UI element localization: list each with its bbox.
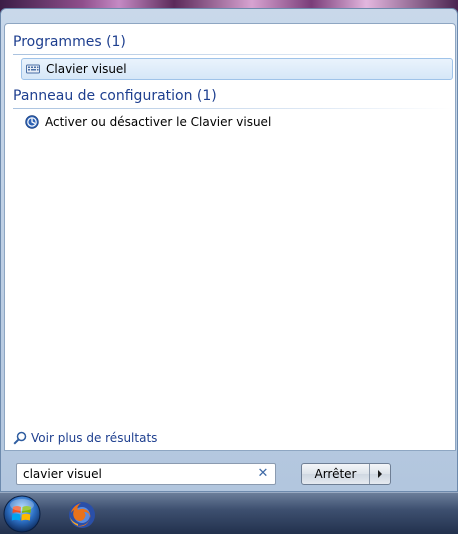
result-item-clavier-visuel[interactable]: Clavier visuel	[21, 58, 453, 80]
see-more-results-label: Voir plus de résultats	[31, 431, 158, 445]
result-item-toggle-clavier-visuel[interactable]: Activer ou désactiver le Clavier visuel	[21, 111, 453, 133]
chevron-right-icon	[378, 470, 382, 478]
firefox-icon[interactable]	[66, 499, 98, 531]
group-header-programs: Programmes (1)	[13, 32, 453, 55]
see-more-results-link[interactable]: Voir plus de résultats	[13, 428, 157, 448]
result-item-label: Clavier visuel	[46, 62, 127, 76]
search-input[interactable]: clavier visuel ✕	[16, 463, 276, 485]
keyboard-icon	[26, 64, 40, 74]
shutdown-options-button[interactable]	[370, 464, 390, 484]
result-item-label: Activer ou désactiver le Clavier visuel	[45, 115, 272, 129]
ease-of-access-icon	[25, 115, 39, 129]
taskbar	[0, 492, 458, 534]
search-icon	[13, 431, 27, 445]
clear-icon[interactable]: ✕	[256, 467, 270, 481]
search-input-value: clavier visuel	[23, 467, 102, 481]
search-results-pane: Programmes (1) Clavier visuel Panneau de…	[4, 23, 456, 451]
start-orb-icon[interactable]	[2, 494, 42, 534]
start-menu: Programmes (1) Clavier visuel Panneau de…	[0, 8, 458, 492]
shutdown-button-group: Arrêter	[301, 463, 391, 485]
shutdown-button[interactable]: Arrêter	[302, 464, 370, 484]
group-header-control-panel: Panneau de configuration (1)	[13, 86, 453, 109]
